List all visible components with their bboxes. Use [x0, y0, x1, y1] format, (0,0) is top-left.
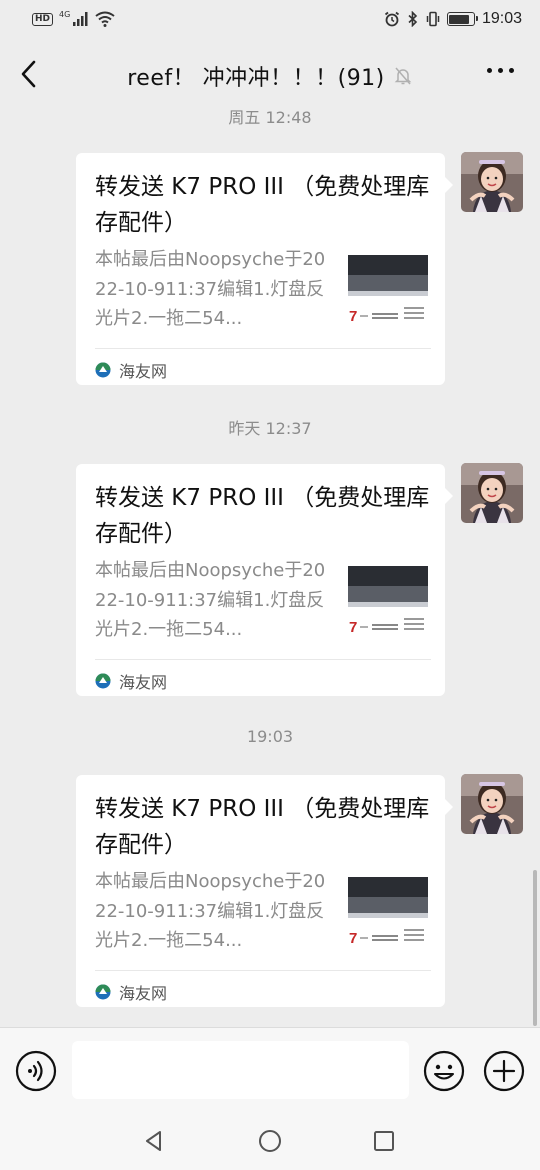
network-type-label: 4G: [59, 9, 71, 19]
voice-button[interactable]: [15, 1050, 57, 1092]
triangle-back-icon: [146, 1131, 161, 1151]
avatar[interactable]: [461, 152, 523, 212]
square-recent-icon: [374, 1131, 394, 1151]
source-label: 海友网: [119, 362, 168, 381]
svg-text:7: 7: [349, 619, 357, 636]
message-timestamp: 周五 12:48: [228, 108, 312, 127]
card-divider: [95, 970, 431, 971]
link-card[interactable]: 转发送 K7 PRO III （免费处理库存配件） 本帖最后由Noopsyche…: [76, 775, 453, 1007]
svg-text:7: 7: [349, 930, 357, 947]
site-logo-icon: [95, 362, 111, 378]
title-wrap: reef！ 冲冲冲！！！(91): [0, 60, 540, 92]
system-nav-bar: [0, 1111, 540, 1170]
voice-icon: [15, 1050, 57, 1092]
card-source: 海友网: [95, 980, 167, 1004]
nav-recent-button[interactable]: [370, 1127, 398, 1155]
more-functions-button[interactable]: [483, 1050, 525, 1092]
chat-title: reef！ 冲冲冲！！！(91): [127, 66, 385, 91]
card-thumbnail: 7: [348, 566, 428, 642]
input-bar: [0, 1027, 540, 1111]
wifi-icon: [95, 11, 115, 27]
card-description: 本帖最后由Noopsyche于2022-10-911:37编辑1.灯盘反光片2.…: [95, 871, 326, 951]
site-logo-icon: [95, 984, 111, 1000]
signal-icon: [73, 12, 88, 26]
hd-badge: HD: [32, 12, 54, 26]
bell-off-icon: [394, 67, 412, 85]
link-card[interactable]: 转发送 K7 PRO III （免费处理库存配件） 本帖最后由Noopsyche…: [76, 153, 453, 385]
status-time: 19:03: [481, 10, 522, 27]
status-bar: HD 4G 19:03: [0, 0, 540, 38]
chat-messages[interactable]: 周五 12:48 转发送 K7 PRO III （免费处理库存配件） 本帖最后由…: [0, 100, 540, 1028]
more-dots-icon: [509, 68, 514, 73]
card-source: 海友网: [95, 669, 167, 693]
circle-home-icon: [259, 1130, 281, 1152]
card-thumbnail: 7: [348, 877, 428, 953]
card-description: 本帖最后由Noopsyche于2022-10-911:37编辑1.灯盘反光片2.…: [95, 560, 326, 640]
more-dots-icon: [498, 68, 503, 73]
plus-icon: [483, 1050, 525, 1092]
source-label: 海友网: [119, 984, 168, 1003]
avatar[interactable]: [461, 463, 523, 523]
smile-icon: [423, 1050, 465, 1092]
svg-text:7: 7: [349, 308, 357, 325]
nav-home-button[interactable]: [256, 1127, 284, 1155]
status-left: HD 4G: [32, 9, 115, 27]
bluetooth-icon: [408, 11, 418, 27]
source-label: 海友网: [119, 673, 168, 692]
card-divider: [95, 348, 431, 349]
card-title: 转发送 K7 PRO III （免费处理库存配件）: [95, 485, 430, 547]
link-card[interactable]: 转发送 K7 PRO III （免费处理库存配件） 本帖最后由Noopsyche…: [76, 464, 453, 696]
card-description: 本帖最后由Noopsyche于2022-10-911:37编辑1.灯盘反光片2.…: [95, 249, 326, 329]
message-timestamp: 19:03: [246, 727, 294, 746]
emoji-button[interactable]: [423, 1050, 465, 1092]
site-logo-icon: [95, 673, 111, 689]
message-input[interactable]: [72, 1041, 409, 1099]
more-options-button[interactable]: [487, 68, 514, 73]
card-title: 转发送 K7 PRO III （免费处理库存配件）: [95, 796, 430, 858]
card-thumbnail: 7: [348, 255, 428, 331]
nav-back-button[interactable]: [140, 1127, 168, 1155]
battery-icon: [446, 12, 478, 26]
vibrate-icon: [426, 11, 440, 27]
card-title: 转发送 K7 PRO III （免费处理库存配件）: [95, 174, 430, 236]
chat-scrollbar[interactable]: [533, 870, 537, 1026]
message-timestamp: 昨天 12:37: [228, 419, 312, 438]
avatar[interactable]: [461, 774, 523, 834]
card-divider: [95, 659, 431, 660]
card-source: 海友网: [95, 358, 167, 382]
status-right: 19:03: [384, 10, 522, 28]
alarm-icon: [384, 11, 400, 27]
more-dots-icon: [487, 68, 492, 73]
